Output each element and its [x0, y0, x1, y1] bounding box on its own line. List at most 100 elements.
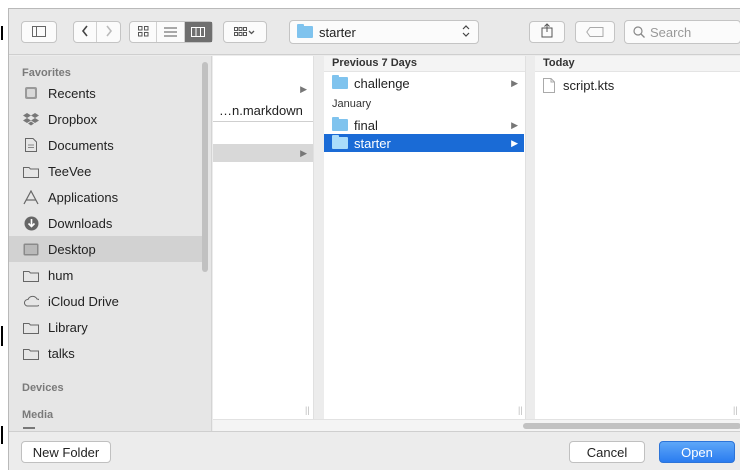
column-header: Previous 7 Days: [324, 56, 525, 72]
sidebar-item-documents[interactable]: Documents: [9, 132, 204, 158]
list-item[interactable]: challenge ▶: [324, 74, 524, 92]
icon-view-button[interactable]: [130, 22, 158, 42]
sidebar-item-label: Downloads: [48, 215, 113, 231]
disclosure-arrow-icon: ▶: [300, 147, 307, 158]
sidebar-item-label: TeeVee: [48, 163, 92, 179]
list-item-label: …n.markdown: [219, 103, 303, 118]
sidebar-item-label: hum: [48, 267, 74, 283]
list-item[interactable]: …n.markdown: [213, 100, 313, 122]
search-field[interactable]: Search: [624, 20, 740, 44]
open-dialog: starter Search Favorites Recents Dropbox: [8, 8, 740, 470]
dialog-footer: New Folder Cancel Open: [9, 431, 740, 470]
cancel-button[interactable]: Cancel: [569, 441, 645, 463]
sidebar-item-library[interactable]: Library: [9, 314, 204, 340]
sidebar-section-media: Media: [22, 409, 54, 421]
folder-icon: [332, 75, 348, 89]
horizontal-scroll-thumb[interactable]: [523, 423, 740, 429]
edge-mark: [1, 326, 3, 346]
share-icon: [541, 23, 553, 41]
folder-icon: [332, 117, 348, 131]
list-item-label: script.kts: [563, 77, 615, 93]
downloads-icon: [23, 215, 39, 231]
open-button[interactable]: Open: [659, 441, 735, 463]
sidebar-item-desktop[interactable]: Desktop: [9, 236, 204, 262]
folder-icon: [297, 24, 313, 38]
list-item[interactable]: final ▶: [324, 116, 524, 134]
documents-icon: [23, 137, 39, 153]
sidebar-item-teevee[interactable]: TeeVee: [9, 158, 204, 184]
sidebar-section-favorites: Favorites: [22, 67, 71, 79]
sidebar-item-downloads[interactable]: Downloads: [9, 210, 204, 236]
search-placeholder: Search: [650, 24, 692, 40]
sidebar-item-icloud-drive[interactable]: iCloud Drive: [9, 288, 204, 314]
back-button[interactable]: [74, 22, 98, 42]
sidebar-item-label: Dropbox: [48, 111, 98, 127]
applications-icon: [23, 189, 39, 205]
desktop-icon: [23, 241, 39, 257]
sidebar-item-talks[interactable]: talks: [9, 340, 204, 366]
browser-column-3: Today script.kts ||: [535, 56, 740, 419]
disclosure-arrow-icon: ▶: [300, 83, 307, 94]
media-item-partial: [23, 427, 35, 429]
disclosure-arrow-icon: ▶: [511, 77, 518, 88]
sidebar-item-label: talks: [48, 345, 75, 361]
sidebar-item-label: Desktop: [48, 241, 96, 257]
disclosure-arrow-icon: ▶: [511, 137, 518, 148]
new-folder-button[interactable]: New Folder: [21, 441, 111, 463]
sidebar-scrollbar[interactable]: [202, 62, 208, 272]
edge-mark: [1, 26, 3, 40]
column-view-button[interactable]: [184, 22, 212, 42]
view-mode-control: [129, 21, 213, 43]
list-item-label: challenge: [354, 75, 410, 91]
sidebar-toggle-icon: [32, 25, 46, 40]
list-item-label: final: [354, 117, 378, 133]
sidebar-item-label: Recents: [48, 85, 96, 101]
sidebar-item-recents[interactable]: Recents: [9, 80, 204, 106]
search-icon: [633, 26, 645, 38]
forward-button[interactable]: [97, 22, 120, 42]
arrange-menu-button[interactable]: [223, 21, 267, 43]
edge-mark: [1, 426, 3, 444]
browser-column-2: Previous 7 Days challenge ▶ January fina…: [324, 56, 526, 419]
share-button[interactable]: [529, 21, 565, 43]
column-resize-handle[interactable]: ||: [733, 405, 738, 415]
arrange-icon: [234, 25, 256, 40]
sidebar-section-devices: Devices: [22, 382, 64, 394]
list-item[interactable]: ▶: [213, 144, 313, 162]
group-header: January: [332, 98, 372, 110]
sidebar-item-applications[interactable]: Applications: [9, 184, 204, 210]
path-popup[interactable]: starter: [289, 20, 479, 44]
folder-icon: [332, 135, 348, 149]
folder-icon: [23, 345, 39, 361]
sidebar-item-label: Applications: [48, 189, 119, 205]
horizontal-scrollbar[interactable]: [213, 419, 740, 431]
tag-icon: [586, 25, 604, 40]
column-header: Today: [535, 56, 740, 72]
cloud-icon: [23, 293, 39, 309]
list-view-button[interactable]: [157, 22, 185, 42]
sidebar-item-label: Documents: [48, 137, 114, 153]
folder-icon: [23, 163, 39, 179]
path-label: starter: [319, 24, 356, 40]
tags-button[interactable]: [575, 21, 615, 43]
list-item-selected[interactable]: starter ▶: [324, 134, 524, 152]
chevron-right-icon: [105, 25, 113, 40]
back-forward-control: [73, 21, 121, 43]
column-resize-handle[interactable]: ||: [305, 405, 310, 415]
document-icon: [543, 77, 555, 93]
columns-icon: [191, 25, 206, 40]
list-item[interactable]: script.kts: [535, 76, 735, 94]
toolbar: starter Search: [9, 9, 740, 55]
updown-chevron-icon: [462, 24, 470, 41]
dropbox-icon: [23, 111, 39, 127]
browser-column-1: ▶ …n.markdown ▶ ||: [213, 56, 314, 419]
recents-icon: [23, 85, 39, 101]
sidebar-item-dropbox[interactable]: Dropbox: [9, 106, 204, 132]
list-item-label: starter: [354, 135, 391, 151]
sidebar-item-label: Library: [48, 319, 88, 335]
column-resize-handle[interactable]: ||: [518, 405, 523, 415]
sidebar-toggle-button[interactable]: [21, 21, 57, 43]
sidebar-item-label: iCloud Drive: [48, 293, 119, 309]
sidebar-item-hum[interactable]: hum: [9, 262, 204, 288]
list-item[interactable]: ▶: [213, 80, 313, 98]
